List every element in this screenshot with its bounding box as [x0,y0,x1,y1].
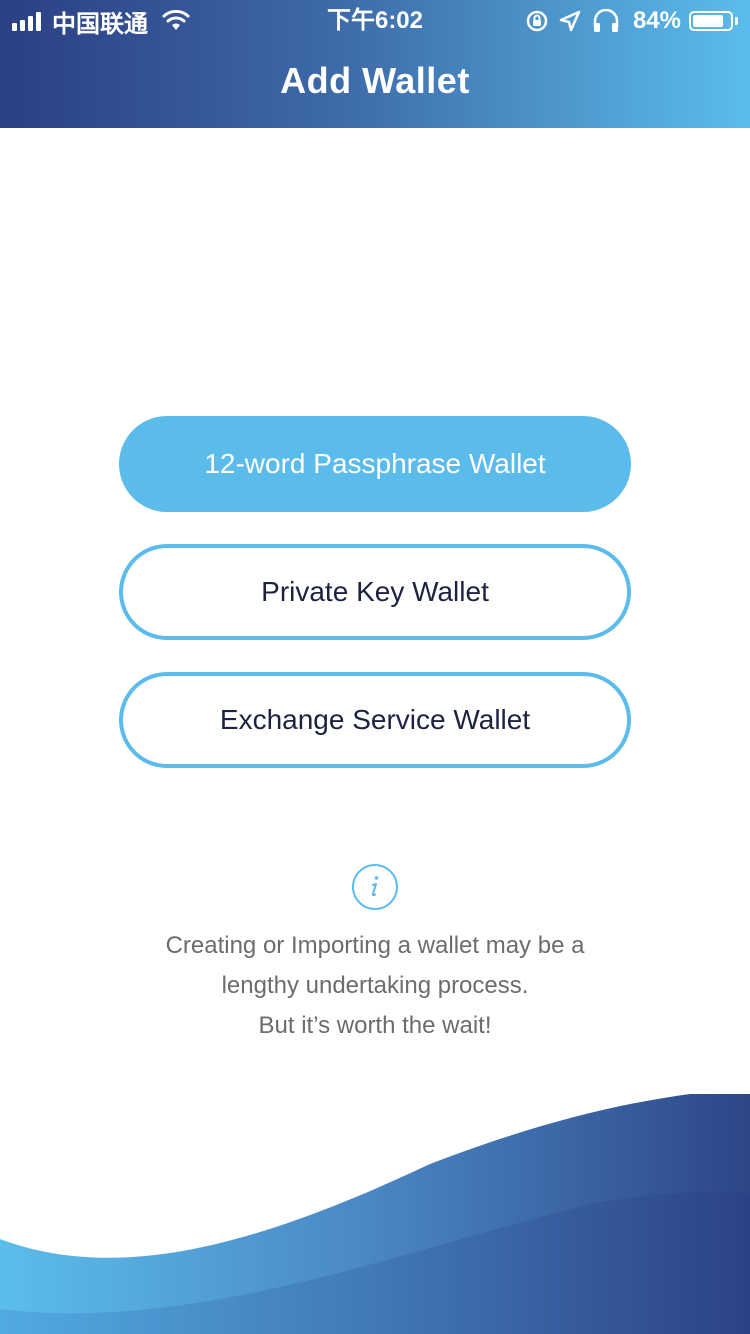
add-wallet-screen: 中国联通 下午6:02 84% Add Wallet 12-word Passp… [0,0,750,1334]
info-message: Creating or Importing a wallet may be a … [60,926,690,1046]
private-key-wallet-button[interactable]: Private Key Wallet [119,544,631,640]
rotation-lock-icon [525,9,549,33]
header: 中国联通 下午6:02 84% Add Wallet [0,0,750,128]
battery-cap [735,17,738,25]
battery-icon [689,11,733,31]
battery-fill [693,15,723,27]
passphrase-wallet-button[interactable]: 12-word Passphrase Wallet [119,416,631,512]
passphrase-wallet-label: 12-word Passphrase Wallet [204,448,546,479]
decorative-wave [0,1094,750,1334]
status-bar: 中国联通 下午6:02 84% [0,0,750,40]
exchange-service-wallet-label: Exchange Service Wallet [219,704,531,735]
battery-percent: 84% [632,7,681,34]
info-line-2: lengthy undertaking process. [221,972,529,999]
location-icon [559,10,581,32]
info-line-3: But it’s worth the wait! [258,1012,492,1039]
headphones-icon [591,9,621,33]
exchange-service-wallet-button[interactable]: Exchange Service Wallet [119,672,631,768]
info-line-1: Creating or Importing a wallet may be a [165,932,585,959]
private-key-wallet-label: Private Key Wallet [261,576,489,607]
info-icon [352,864,398,910]
page-title: Add Wallet [280,60,470,101]
status-right: 84% [515,6,738,36]
